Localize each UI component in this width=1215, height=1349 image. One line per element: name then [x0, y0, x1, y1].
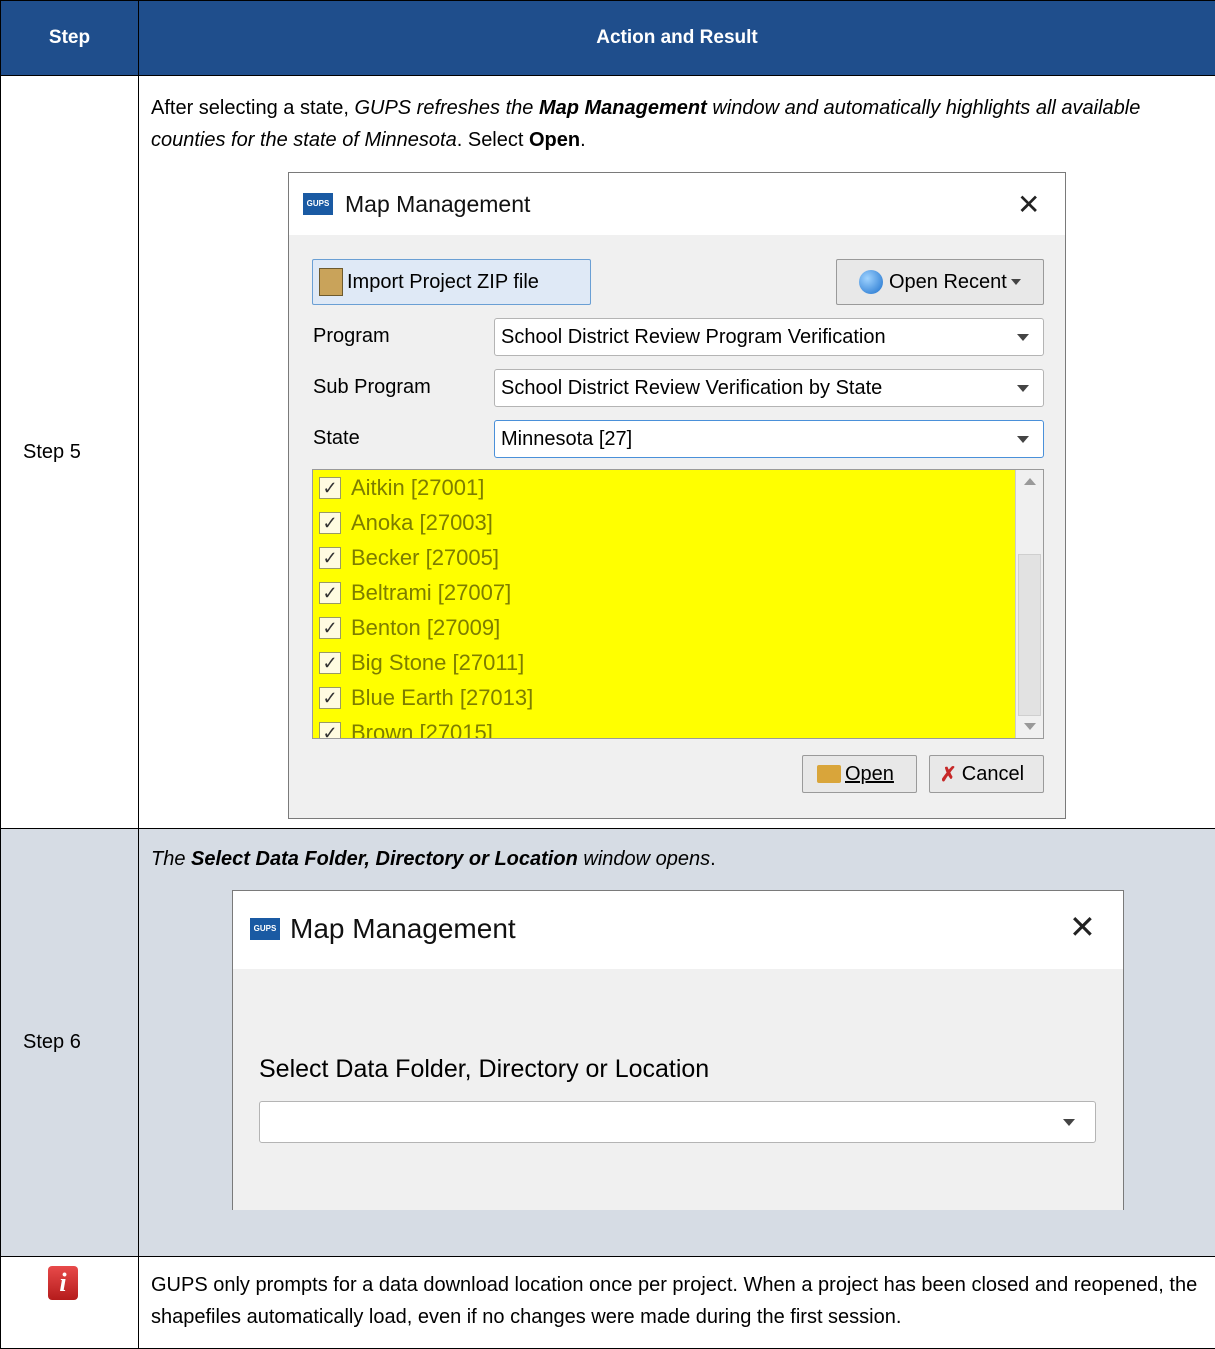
- dialog-titlebar: GUPS Map Management ✕: [289, 173, 1065, 235]
- sub-program-select[interactable]: School District Review Verification by S…: [494, 369, 1044, 407]
- list-item[interactable]: ✓ Aitkin [27001]: [313, 470, 1043, 505]
- header-step: Step: [0, 0, 139, 76]
- gups-logo-icon: GUPS: [250, 918, 280, 940]
- checkbox[interactable]: ✓: [319, 581, 341, 604]
- chevron-down-icon: [1017, 334, 1029, 341]
- chevron-down-icon: [1010, 279, 1021, 285]
- cancel-button[interactable]: ✗ Cancel: [929, 755, 1044, 793]
- dialog-title: Map Management: [345, 191, 531, 217]
- list-item[interactable]: ✓ Brown [27015]: [313, 715, 1043, 738]
- gups-logo-icon: GUPS: [303, 193, 333, 215]
- open-button[interactable]: Open: [802, 755, 917, 793]
- x-icon: ✗: [940, 763, 957, 786]
- chevron-down-icon: [1017, 385, 1029, 392]
- data-folder-select[interactable]: [259, 1101, 1096, 1143]
- sub-program-label: Sub Program: [313, 376, 431, 398]
- checkbox[interactable]: ✓: [319, 721, 341, 738]
- county-list[interactable]: ✓ Aitkin [27001] ✓ Anoka [27003] ✓ Becker […: [312, 469, 1044, 739]
- list-item[interactable]: ✓ Beltrami [27007]: [313, 575, 1043, 610]
- checkbox[interactable]: ✓: [319, 616, 341, 639]
- list-item[interactable]: ✓ Big Stone [27011]: [313, 645, 1043, 680]
- checkbox[interactable]: ✓: [319, 546, 341, 569]
- zip-file-icon: [319, 268, 343, 296]
- scroll-up-icon[interactable]: [1024, 478, 1036, 485]
- checkbox[interactable]: ✓: [319, 651, 341, 674]
- open-recent-button[interactable]: Open Recent: [836, 259, 1044, 305]
- list-item[interactable]: ✓ Benton [27009]: [313, 610, 1043, 645]
- state-label: State: [313, 427, 360, 449]
- close-icon[interactable]: ✕: [1017, 191, 1040, 219]
- folder-icon: [817, 765, 841, 783]
- close-icon[interactable]: ✕: [1069, 911, 1096, 943]
- data-folder-label: Select Data Folder, Directory or Locatio…: [259, 1055, 710, 1083]
- checkbox[interactable]: ✓: [319, 511, 341, 534]
- program-select[interactable]: School District Review Program Verificat…: [494, 318, 1044, 356]
- list-item[interactable]: ✓ Blue Earth [27013]: [313, 680, 1043, 715]
- step-5-text: After selecting a state, GUPS refreshes …: [151, 97, 1141, 151]
- list-item[interactable]: ✓ Anoka [27003]: [313, 505, 1043, 540]
- checkbox[interactable]: ✓: [319, 476, 341, 499]
- note-text: GUPS only prompts for a data download lo…: [151, 1274, 1198, 1328]
- step-5-label: Step 5: [0, 75, 139, 829]
- note-cell: GUPS only prompts for a data download lo…: [138, 1256, 1215, 1349]
- info-icon: i: [48, 1266, 78, 1300]
- chevron-down-icon: [1017, 436, 1029, 443]
- select-data-folder-dialog: GUPS Map Management ✕ Select Data Folder…: [232, 890, 1124, 1210]
- globe-icon: [859, 270, 883, 294]
- dialog-titlebar: GUPS Map Management ✕: [233, 891, 1123, 969]
- step-6-text: The Select Data Folder, Directory or Loc…: [151, 848, 716, 870]
- scroll-down-icon[interactable]: [1024, 723, 1036, 730]
- scrollbar[interactable]: [1015, 470, 1043, 738]
- dialog-title: Map Management: [290, 913, 516, 944]
- step-6-label: Step 6: [0, 828, 139, 1257]
- map-management-dialog: GUPS Map Management ✕ Import Project ZIP…: [288, 172, 1066, 819]
- header-action: Action and Result: [138, 0, 1215, 76]
- checkbox[interactable]: ✓: [319, 686, 341, 709]
- program-label: Program: [313, 325, 390, 347]
- chevron-down-icon: [1063, 1119, 1075, 1126]
- state-select[interactable]: Minnesota [27]: [494, 420, 1044, 458]
- import-project-zip-button[interactable]: Import Project ZIP file: [312, 259, 591, 305]
- scroll-thumb[interactable]: [1018, 554, 1041, 716]
- list-item[interactable]: ✓ Becker [27005]: [313, 540, 1043, 575]
